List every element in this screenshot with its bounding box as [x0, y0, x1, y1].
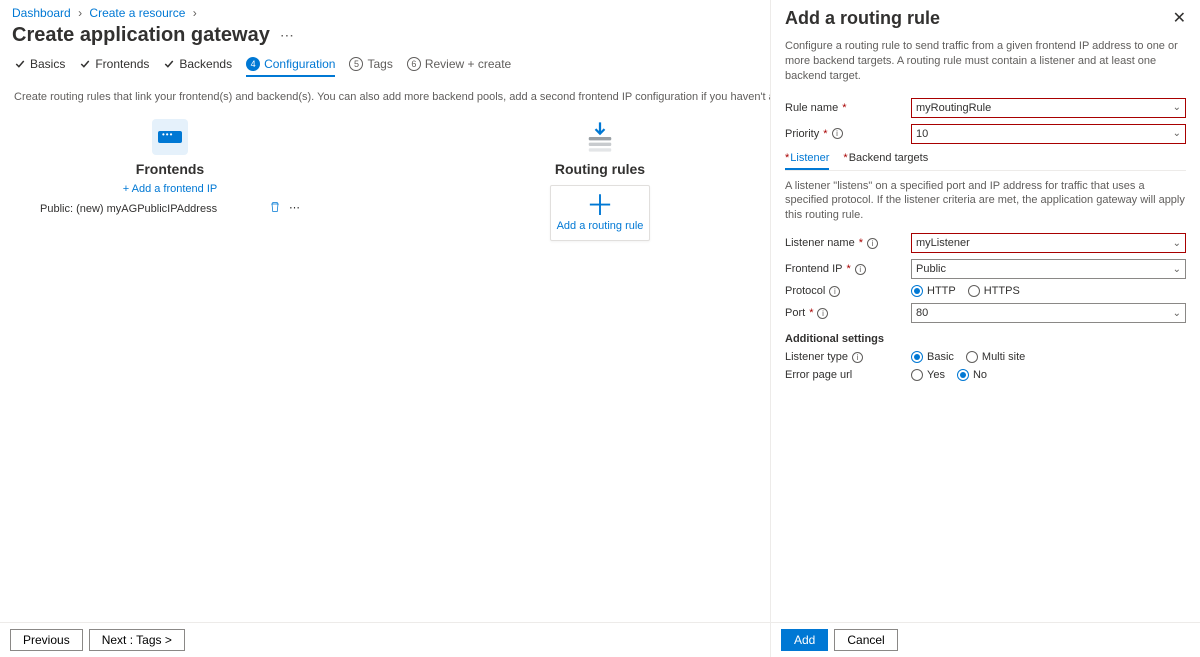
panel-footer: Add Cancel [771, 622, 1200, 657]
listener-description: A listener "listens" on a specified port… [785, 179, 1186, 224]
priority-value: 10 [916, 128, 928, 140]
frontend-item: Public: (new) myAGPublicIPAddress ⋯ [40, 195, 300, 222]
plus-icon: ＋ [555, 196, 645, 216]
title-more-icon[interactable]: ⋯ [280, 27, 294, 44]
tab-basics-label: Basics [30, 57, 65, 71]
listener-name-label: Listener name* i [785, 237, 903, 249]
error-page-label: Error page url [785, 369, 903, 381]
close-icon[interactable]: ✕ [1173, 8, 1186, 28]
delete-icon[interactable] [269, 201, 281, 216]
wizard-footer: Previous Next : Tags > [0, 622, 770, 657]
breadcrumb-create-resource[interactable]: Create a resource [89, 6, 185, 20]
frontends-column: Frontends + Add a frontend IP Public: (n… [40, 115, 300, 241]
listener-type-basic-radio[interactable]: Basic [911, 351, 954, 363]
listener-name-input[interactable]: myListener ⌄ [911, 233, 1186, 253]
frontends-card-icon [152, 119, 188, 155]
chevron-down-icon: ⌄ [1173, 308, 1181, 319]
tab-tags[interactable]: 5 Tags [349, 57, 392, 77]
protocol-https-radio[interactable]: HTTPS [968, 285, 1020, 297]
frontends-title: Frontends [40, 161, 300, 177]
routing-rules-icon [582, 119, 618, 155]
protocol-label: Protocol i [785, 285, 903, 297]
listener-type-label: Listener type i [785, 351, 903, 363]
tab-backends-label: Backends [179, 57, 232, 71]
rule-name-label: Rule name* [785, 102, 903, 114]
next-button[interactable]: Next : Tags > [89, 629, 185, 651]
add-routing-rule-panel: Add a routing rule ✕ Configure a routing… [770, 0, 1200, 657]
panel-description: Configure a routing rule to send traffic… [785, 39, 1186, 84]
routing-rules-title: Routing rules [500, 161, 700, 177]
breadcrumb-dashboard[interactable]: Dashboard [12, 6, 71, 20]
frontend-ip-value: Public [916, 263, 946, 275]
rule-name-input[interactable]: myRoutingRule ⌄ [911, 98, 1186, 118]
more-icon[interactable]: ⋯ [289, 201, 300, 216]
chevron-down-icon: ⌄ [1173, 128, 1181, 139]
panel-title: Add a routing rule [785, 8, 940, 29]
tab-review-label: Review + create [425, 57, 511, 71]
priority-label: Priority* i [785, 128, 903, 140]
port-value: 80 [916, 307, 928, 319]
tab-frontends-label: Frontends [95, 57, 149, 71]
step-circle-icon: 5 [349, 57, 363, 71]
port-input[interactable]: 80 ⌄ [911, 303, 1186, 323]
info-icon[interactable]: i [867, 238, 878, 249]
info-icon[interactable]: i [855, 264, 866, 275]
tab-basics[interactable]: Basics [14, 57, 65, 77]
additional-settings-heading: Additional settings [785, 333, 1186, 345]
protocol-http-radio[interactable]: HTTP [911, 285, 956, 297]
error-page-no-radio[interactable]: No [957, 369, 987, 381]
tab-review[interactable]: 6 Review + create [407, 57, 511, 77]
breadcrumb-sep: › [189, 6, 201, 20]
listener-name-value: myListener [916, 237, 970, 249]
tab-listener[interactable]: *Listener [785, 152, 829, 170]
frontend-item-label: Public: (new) myAGPublicIPAddress [40, 203, 217, 215]
tab-configuration-label: Configuration [264, 57, 335, 71]
step-circle-icon: 4 [246, 57, 260, 71]
tab-tags-label: Tags [367, 57, 392, 71]
previous-button[interactable]: Previous [10, 629, 83, 651]
frontend-ip-select[interactable]: Public ⌄ [911, 259, 1186, 279]
listener-type-multi-radio[interactable]: Multi site [966, 351, 1025, 363]
check-icon [14, 58, 26, 70]
add-button[interactable]: Add [781, 629, 828, 651]
tab-configuration[interactable]: 4 Configuration [246, 57, 335, 77]
tab-backends[interactable]: Backends [163, 57, 232, 77]
check-icon [79, 58, 91, 70]
breadcrumb-sep: › [74, 6, 86, 20]
info-icon[interactable]: i [852, 352, 863, 363]
chevron-down-icon: ⌄ [1173, 264, 1181, 275]
priority-input[interactable]: 10 ⌄ [911, 124, 1186, 144]
add-routing-rule-label: Add a routing rule [555, 220, 645, 232]
cancel-button[interactable]: Cancel [834, 629, 897, 651]
frontend-ip-label: Frontend IP* i [785, 263, 903, 275]
info-icon[interactable]: i [832, 128, 843, 139]
error-page-yes-radio[interactable]: Yes [911, 369, 945, 381]
check-icon [163, 58, 175, 70]
port-label: Port* i [785, 307, 903, 319]
chevron-down-icon: ⌄ [1173, 238, 1181, 249]
chevron-down-icon: ⌄ [1173, 102, 1181, 113]
tab-frontends[interactable]: Frontends [79, 57, 149, 77]
panel-inner-tabs: *Listener *Backend targets [785, 152, 1186, 171]
tab-backend-targets[interactable]: *Backend targets [843, 152, 928, 170]
add-frontend-ip-link[interactable]: + Add a frontend IP [40, 183, 300, 195]
routing-rules-column: Routing rules ＋ Add a routing rule [500, 115, 700, 241]
step-circle-icon: 6 [407, 57, 421, 71]
page-title: Create application gateway [12, 24, 270, 47]
info-icon[interactable]: i [829, 286, 840, 297]
rule-name-value: myRoutingRule [916, 102, 991, 114]
add-routing-rule-tile[interactable]: ＋ Add a routing rule [550, 185, 650, 241]
info-icon[interactable]: i [817, 308, 828, 319]
